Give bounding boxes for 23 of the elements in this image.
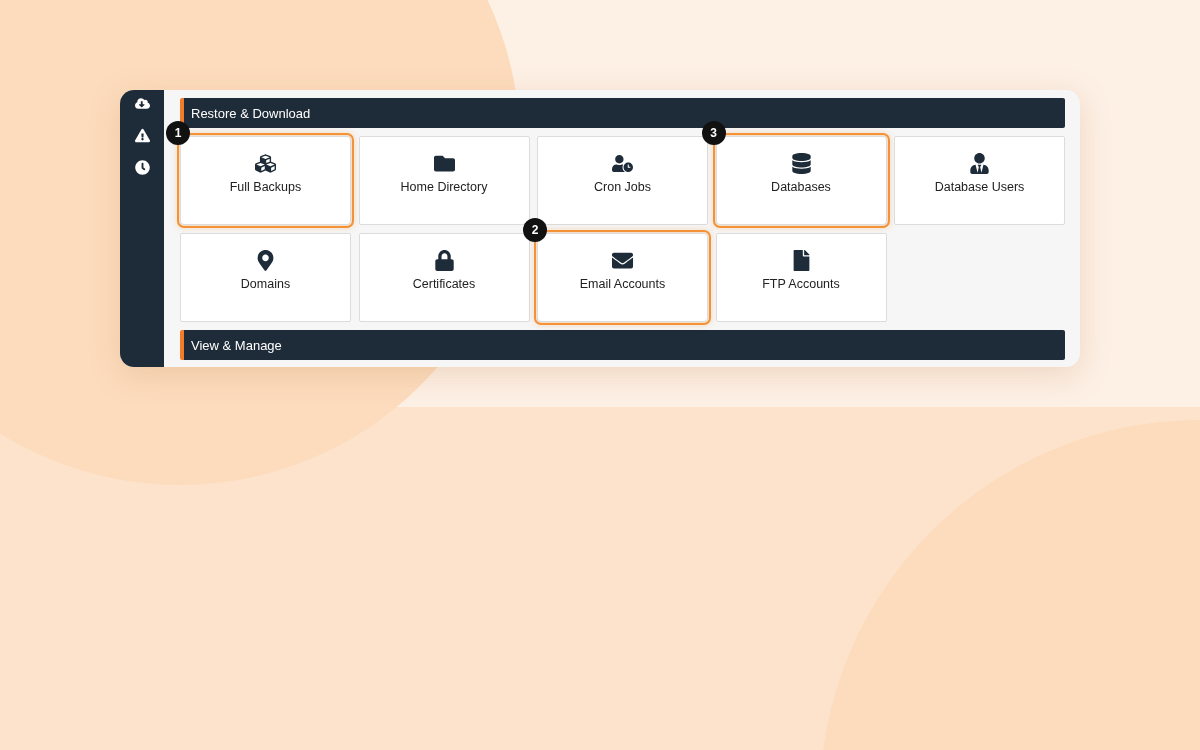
lock-icon <box>433 250 455 271</box>
section-header: View & Manage <box>180 330 1065 360</box>
tile-button[interactable]: Databases <box>715 136 887 225</box>
tile-button[interactable]: Home Directory <box>358 136 530 225</box>
tile-button[interactable]: FTP Accounts <box>715 233 887 322</box>
tile-button[interactable]: Cron Jobs <box>537 136 708 225</box>
tile-button[interactable]: Database Users <box>894 136 1065 225</box>
folder-icon <box>433 153 455 174</box>
section-header: Restore & Download <box>180 98 1065 128</box>
map-pin-icon <box>255 250 276 271</box>
tile-button[interactable]: Full Backups <box>180 136 351 225</box>
tile-button[interactable]: Email Accounts <box>537 233 708 322</box>
envelope-icon <box>612 250 633 271</box>
cloud-download-icon <box>134 96 150 111</box>
tile-button[interactable]: Certificates <box>358 233 530 322</box>
cubes-icon <box>255 153 276 174</box>
clock-icon <box>134 160 150 175</box>
user-tie-icon <box>969 153 990 174</box>
warning-icon <box>134 128 150 143</box>
database-icon <box>790 153 812 174</box>
tile-button[interactable]: Domains <box>180 233 351 322</box>
user-clock-icon <box>612 153 633 174</box>
step-badge: 1 <box>166 121 190 145</box>
